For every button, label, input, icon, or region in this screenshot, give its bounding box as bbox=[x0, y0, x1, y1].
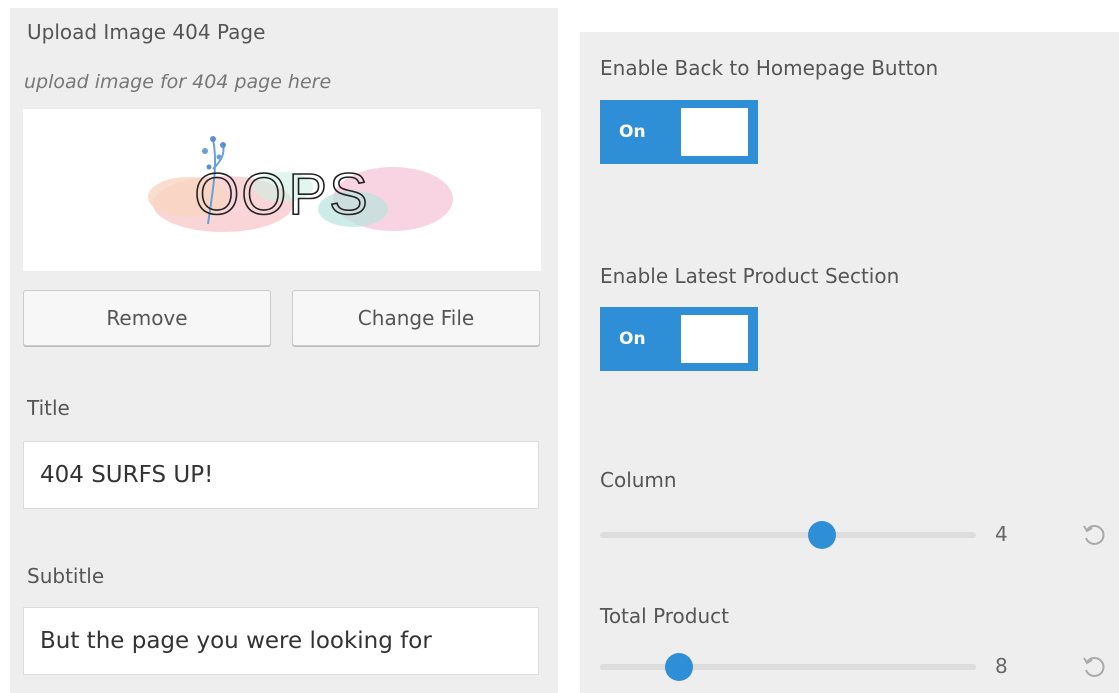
total-product-value: 8 bbox=[995, 654, 1008, 678]
remove-button[interactable]: Remove bbox=[23, 290, 271, 346]
title-input[interactable]: 404 SURFS UP! bbox=[23, 441, 539, 509]
upload-settings-panel: Upload Image 404 Page upload image for 4… bbox=[10, 8, 558, 693]
back-button-toggle-label: Enable Back to Homepage Button bbox=[600, 56, 939, 80]
upload-image-label: Upload Image 404 Page bbox=[27, 20, 266, 44]
toggle-knob bbox=[681, 315, 748, 363]
column-slider-thumb[interactable] bbox=[807, 521, 836, 549]
uploaded-image-preview: OOPS bbox=[23, 109, 541, 271]
toggle-on-text: On bbox=[619, 122, 646, 142]
upload-image-description: upload image for 404 page here bbox=[24, 71, 332, 93]
subtitle-label: Subtitle bbox=[27, 564, 105, 588]
total-product-slider-thumb[interactable] bbox=[664, 653, 693, 681]
total-product-slider[interactable] bbox=[600, 653, 976, 681]
change-file-button[interactable]: Change File bbox=[292, 290, 540, 346]
oops-logo-image: OOPS bbox=[148, 136, 453, 232]
latest-product-toggle[interactable]: On bbox=[600, 307, 758, 371]
column-slider[interactable] bbox=[600, 521, 976, 549]
title-label: Title bbox=[27, 396, 70, 420]
back-button-toggle[interactable]: On bbox=[600, 100, 758, 164]
reset-icon[interactable] bbox=[1081, 522, 1107, 548]
column-label: Column bbox=[600, 468, 677, 492]
display-settings-panel: Enable Back to Homepage Button On Enable… bbox=[580, 32, 1119, 693]
toggle-on-text: On bbox=[619, 329, 646, 349]
subtitle-input[interactable]: But the page you were looking for bbox=[23, 607, 539, 675]
reset-icon[interactable] bbox=[1081, 654, 1107, 680]
oops-text: OOPS bbox=[194, 162, 370, 227]
latest-product-toggle-label: Enable Latest Product Section bbox=[600, 264, 900, 288]
total-product-label: Total Product bbox=[600, 604, 730, 628]
toggle-knob bbox=[681, 108, 748, 156]
column-value: 4 bbox=[995, 522, 1008, 546]
